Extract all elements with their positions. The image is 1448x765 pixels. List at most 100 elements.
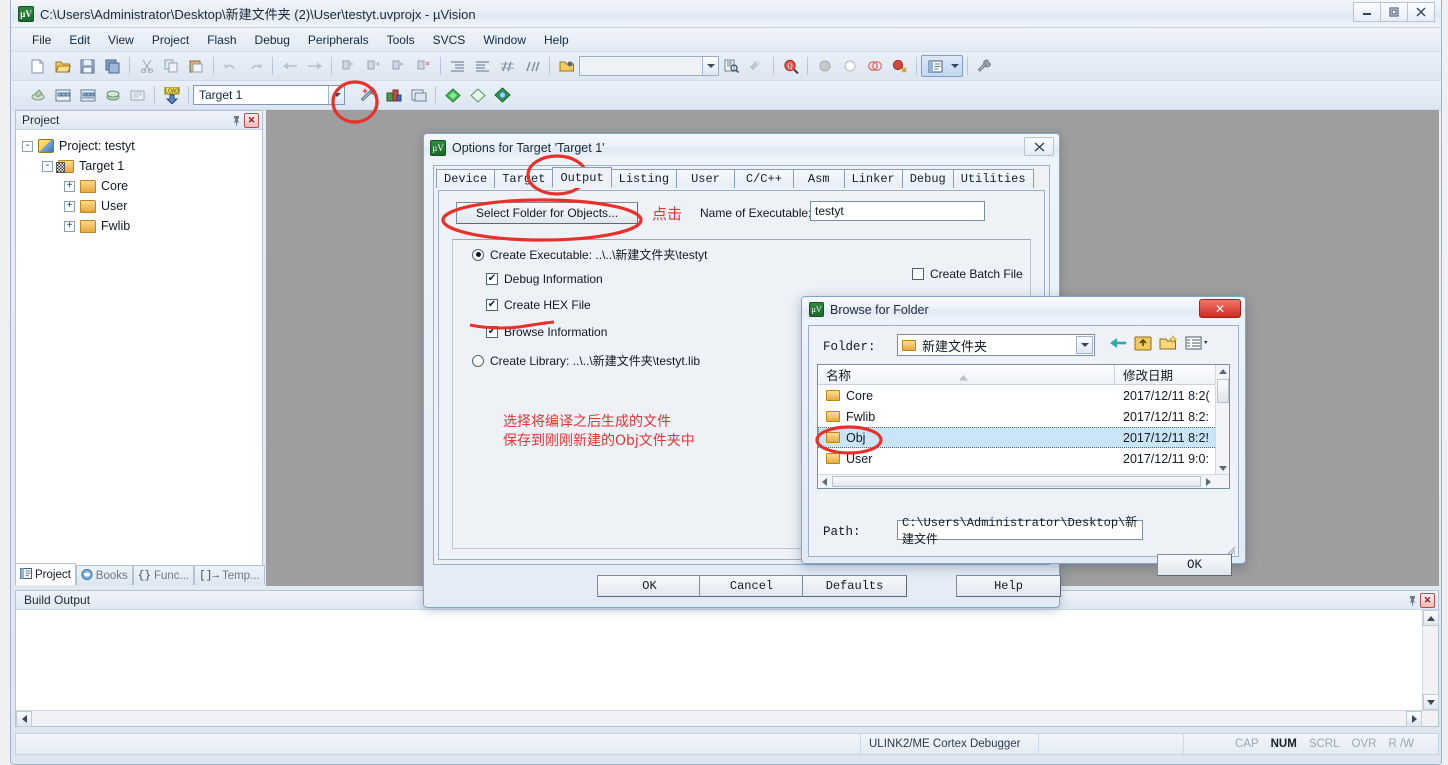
uncomment-icon[interactable] [521,55,544,77]
create-library-option[interactable]: Create Library: ..\..\新建文件夹\testyt.lib [472,352,700,369]
scroll-right-button[interactable] [1406,710,1422,727]
menu-help[interactable]: Help [535,30,578,50]
column-header-date[interactable]: 修改日期 [1115,365,1229,384]
menu-svcs[interactable]: SVCS [424,30,475,50]
manage-run-time-env-icon[interactable] [407,84,430,106]
tab-listing[interactable]: Listing [610,169,678,188]
tree-expander[interactable]: - [22,140,33,152]
tab-user[interactable]: User [676,169,735,188]
menu-tools[interactable]: Tools [378,30,424,50]
path-input[interactable]: C:\Users\Administrator\Desktop\新建文件 [897,516,1143,547]
tab-output[interactable]: Output [552,167,612,188]
chevron-down-icon[interactable] [328,86,344,104]
browse-dialog-close-button[interactable]: ✕ [1199,299,1241,318]
find-next-icon[interactable] [745,55,768,77]
close-button[interactable] [1407,2,1435,22]
manage-project-items-icon[interactable] [382,84,405,106]
build-output-vscrollbar[interactable] [1422,610,1439,726]
new-file-icon[interactable] [26,55,49,77]
options-defaults-button[interactable]: Defaults [802,575,907,597]
close-icon[interactable]: ✕ [244,112,259,128]
scroll-left-button[interactable] [818,475,831,488]
menu-flash[interactable]: Flash [198,30,245,50]
select-folder-for-objects-button[interactable]: Select Folder for Objects... [456,202,638,224]
column-header-name[interactable]: 名称 [818,365,1115,384]
options-cancel-button[interactable]: Cancel [699,575,804,597]
batch-build-icon[interactable] [101,84,124,106]
chevron-down-icon[interactable] [948,64,961,68]
minimize-button[interactable] [1353,2,1381,22]
breakpoint-empty-icon[interactable] [838,55,861,77]
navigate-forward-icon[interactable] [303,55,326,77]
create-executable-option[interactable]: Create Executable: ..\..\新建文件夹\testyt [472,246,707,263]
create-hex-file-option[interactable]: ✔ Create HEX File [486,298,591,312]
name-of-executable-input[interactable]: testyt [810,201,985,221]
tab-asm[interactable]: Asm [792,169,845,188]
pin-icon[interactable] [229,113,244,128]
debug-information-option[interactable]: ✔ Debug Information [486,272,603,286]
scroll-thumb[interactable] [832,476,1201,487]
scroll-left-button[interactable] [16,710,32,727]
menu-file[interactable]: File [23,30,60,50]
folder-combo[interactable]: 新建文件夹 [897,334,1095,356]
indent-left-icon[interactable] [446,55,469,77]
tree-item-core[interactable]: + Core [22,176,262,196]
target-select[interactable]: Target 1 [193,85,345,105]
configure-icon[interactable] [973,55,996,77]
bookmark-prev-icon[interactable] [362,55,385,77]
cut-icon[interactable] [135,55,158,77]
project-window-icon[interactable] [924,55,947,77]
tab-project[interactable]: Project [15,563,76,585]
build-output-hscrollbar[interactable] [16,710,1438,727]
listview-row[interactable]: User 2017/12/11 9:0: [818,448,1229,469]
resize-grip-icon[interactable] [1223,542,1236,555]
undo-icon[interactable] [219,55,242,77]
breakpoints-disable-all-icon[interactable] [863,55,886,77]
scroll-up-button[interactable] [1423,610,1439,626]
browse-symbol-icon[interactable]: Q [779,55,802,77]
tab-c-cpp[interactable]: C/C++ [733,169,794,188]
navigate-back-icon[interactable] [278,55,301,77]
breakpoints-kill-all-icon[interactable] [888,55,911,77]
options-for-target-icon[interactable] [357,84,380,106]
tree-item-user[interactable]: + User [22,196,262,216]
new-folder-icon[interactable] [1159,334,1178,354]
menu-edit[interactable]: Edit [60,30,99,50]
tree-expander[interactable]: + [64,180,75,192]
download-to-flash-icon[interactable]: LOAD [160,84,183,106]
find-in-files-icon[interactable] [720,55,743,77]
create-executable-radio[interactable] [472,248,484,261]
options-help-button[interactable]: Help [956,575,1061,597]
bookmark-clear-icon[interactable] [412,55,435,77]
chevron-down-icon[interactable] [1076,336,1093,354]
menu-window[interactable]: Window [474,30,535,50]
scroll-down-button[interactable] [1423,694,1439,710]
pack-installer-icon[interactable] [491,84,514,106]
menu-project[interactable]: Project [143,30,198,50]
insert-component-icon[interactable] [441,84,464,106]
rebuild-all-icon[interactable] [76,84,99,106]
bookmark-toggle-icon[interactable] [337,55,360,77]
scroll-thumb[interactable] [1216,379,1229,403]
tab-functions[interactable]: {} Func... [132,565,195,585]
tab-debug[interactable]: Debug [901,169,954,188]
back-arrow-icon[interactable] [1109,335,1127,354]
maximize-button[interactable] [1380,2,1408,22]
find-combo[interactable] [579,56,719,76]
remove-component-icon[interactable] [466,84,489,106]
listview-row[interactable]: Core 2017/12/11 8:2( [818,385,1229,406]
tab-templates[interactable]: []→ Temp... [194,565,265,585]
tab-device[interactable]: Device [436,169,496,188]
window-layout-split-button[interactable] [921,55,963,77]
view-mode-icon[interactable] [1185,335,1209,354]
create-hex-file-checkbox[interactable]: ✔ [486,299,498,311]
options-ok-button[interactable]: OK [597,575,702,597]
folder-listview[interactable]: 名称 修改日期 Core 2017/12/11 8:2(Fwlib 2017/… [817,364,1230,489]
listview-vscrollbar[interactable] [1215,365,1229,475]
tree-item-project[interactable]: - Project: testyt [22,136,262,156]
create-batch-file-option[interactable]: Create Batch File [912,267,1023,281]
tree-expander[interactable]: - [42,160,53,172]
indent-right-icon[interactable] [471,55,494,77]
tab-utilities[interactable]: Utilities [952,169,1034,188]
open-file-icon[interactable] [51,55,74,77]
